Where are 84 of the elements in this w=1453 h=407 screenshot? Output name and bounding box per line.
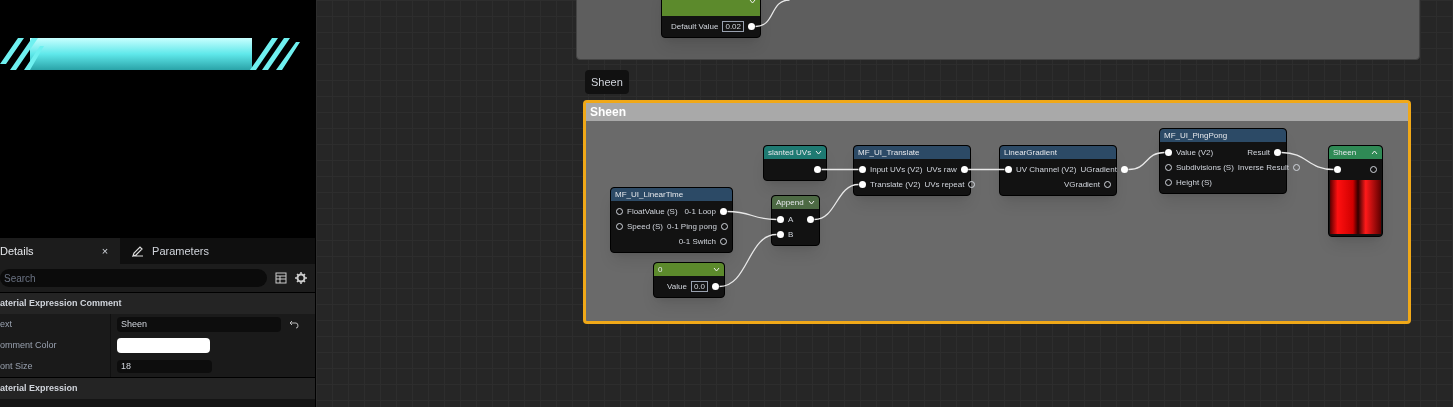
pin-label: Result: [1247, 146, 1270, 159]
value-field[interactable]: 0.02: [722, 21, 744, 32]
field-label: Value: [667, 280, 687, 293]
pin-label: Subdivisions (S): [1176, 161, 1234, 174]
node-title: LinearGradient: [1004, 146, 1057, 159]
pin-label: UV Channel (V2): [1016, 163, 1077, 176]
pin-icon[interactable]: [777, 216, 784, 223]
graph-node[interactable]: 0 Value 0.0: [653, 262, 725, 298]
comment-title: Sheen: [586, 103, 1408, 121]
material-preview-drawing: [1330, 180, 1381, 234]
graph-node[interactable]: Sheen: [1328, 145, 1383, 237]
property-label: omment Color: [0, 338, 58, 352]
number-field[interactable]: 18: [117, 360, 212, 373]
node-title: Sheen: [1333, 146, 1357, 159]
node-title: slanted UVs: [768, 146, 812, 159]
color-swatch[interactable]: [117, 338, 210, 353]
field-label: Default Value: [671, 20, 719, 33]
comment-box[interactable]: [576, 0, 1420, 60]
search-field[interactable]: Search: [0, 269, 267, 287]
pin-label: VGradient: [1063, 178, 1100, 191]
property-label: ext: [0, 317, 13, 331]
dropdown-icon[interactable]: [815, 150, 822, 155]
node-title: MF_UI_Translate: [858, 146, 920, 159]
wire: [754, 0, 791, 28]
wire: [813, 183, 860, 221]
pin-icon[interactable]: [814, 166, 821, 173]
pin-icon[interactable]: [960, 166, 968, 173]
graph-node[interactable]: Append A B: [771, 195, 820, 246]
pin-label: 0-1 Loop: [684, 205, 716, 218]
graph-node[interactable]: Default Value 0.02: [661, 0, 761, 38]
text-field[interactable]: Sheen: [117, 317, 281, 332]
pin-label: B: [788, 228, 794, 241]
section-header[interactable]: aterial Expression Comment: [0, 292, 315, 314]
tab-label: Parameters: [152, 243, 209, 259]
pin-label: Input UVs (V2): [870, 163, 923, 176]
pin-label: A: [788, 213, 794, 226]
pin-icon[interactable]: [859, 181, 866, 188]
pin-icon[interactable]: [1274, 149, 1281, 156]
panel-tab[interactable]: Details ×: [0, 238, 121, 264]
pin-label: Speed (S): [627, 220, 664, 233]
node-title: MF_UI_PingPong: [1164, 129, 1228, 142]
pin-icon[interactable]: [1334, 166, 1341, 173]
pencil-icon: [132, 245, 145, 257]
node-title: 0: [658, 263, 663, 276]
pin-icon[interactable]: [748, 23, 755, 30]
pin-icon[interactable]: [720, 208, 727, 215]
pin-label: UVs raw: [926, 163, 957, 176]
comment-bubble[interactable]: Sheen: [585, 70, 629, 94]
pin-label: Height (S): [1176, 176, 1212, 189]
pin-icon[interactable]: [859, 166, 866, 173]
section-header[interactable]: aterial Expression: [0, 377, 315, 399]
pin-label: FloatValue (S): [627, 205, 678, 218]
value-field[interactable]: 0.0: [690, 281, 708, 292]
pin-label: Inverse Result: [1237, 161, 1289, 174]
pin-icon[interactable]: [777, 231, 784, 238]
wire: [718, 233, 778, 288]
wire: [726, 210, 778, 221]
graph-node[interactable]: MF_UI_LinearTime FloatValue (S) 0-1 Loop Speed (S) 0-1 Ping pong 0-1 Switch: [610, 187, 733, 253]
wire: [967, 168, 1006, 171]
pin-label: Value (V2): [1176, 146, 1214, 159]
pin-label: 0-1 Ping pong: [667, 220, 717, 233]
dropdown-icon[interactable]: [749, 0, 756, 4]
dropdown-icon[interactable]: [808, 200, 815, 205]
graph-node[interactable]: slanted UVs: [763, 145, 827, 181]
wire: [1127, 151, 1166, 171]
dropdown-icon[interactable]: [713, 267, 720, 272]
pin-label: UVs repeat: [924, 178, 965, 191]
pin-icon[interactable]: [712, 283, 719, 290]
settings-icon[interactable]: [295, 272, 307, 284]
tab-label: Details: [0, 243, 34, 259]
node-title: MF_UI_LinearTime: [615, 188, 684, 201]
close-icon[interactable]: ×: [101, 242, 109, 260]
pin-icon[interactable]: [1005, 166, 1012, 173]
property-label: ont Size: [0, 359, 34, 373]
pin-label: Translate (V2): [870, 178, 921, 191]
pin-label: 0-1 Switch: [678, 235, 716, 248]
wire: [820, 168, 860, 171]
table-view-icon[interactable]: [275, 272, 287, 284]
node-title: Append: [776, 196, 804, 209]
collapse-icon[interactable]: [1371, 150, 1378, 155]
reset-icon[interactable]: [289, 320, 299, 329]
pin-icon[interactable]: [1165, 149, 1172, 156]
pin-icon[interactable]: [807, 216, 814, 223]
pin-label: UGradient: [1080, 163, 1117, 176]
